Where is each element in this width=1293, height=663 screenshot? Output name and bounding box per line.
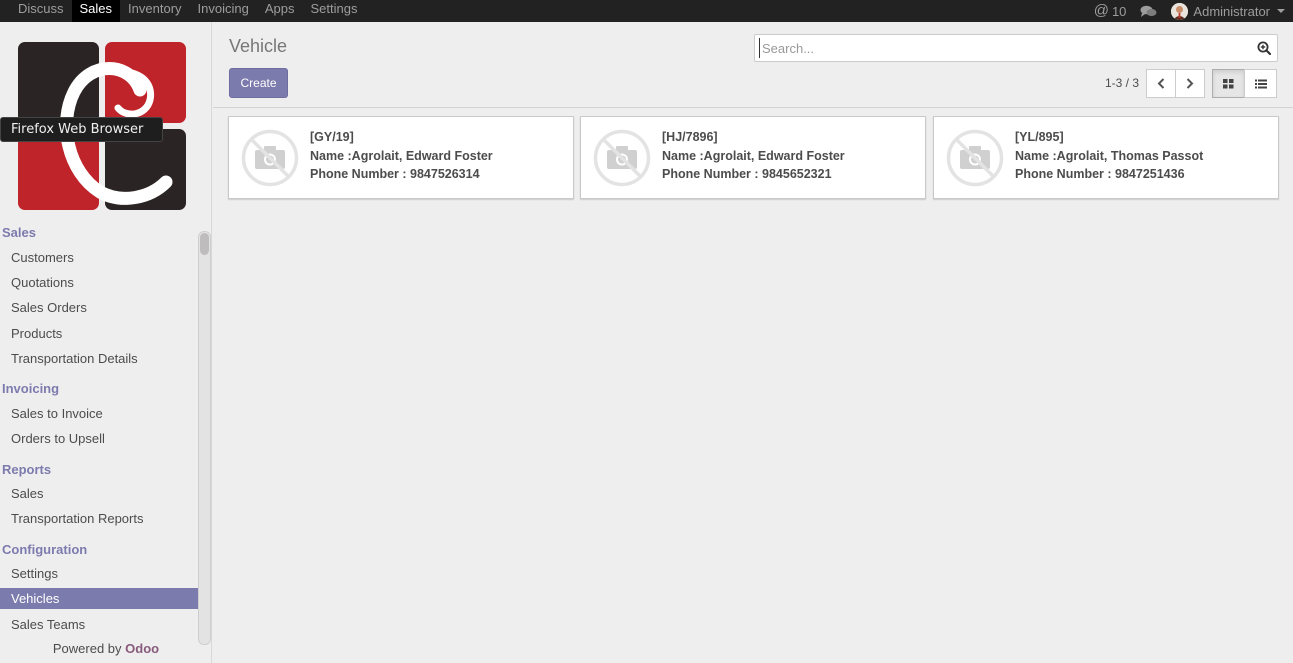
vehicle-phone: Phone Number : 9845652321 xyxy=(662,167,832,181)
scrollbar-thumb[interactable] xyxy=(200,233,209,255)
mentions-count: 10 xyxy=(1111,3,1127,19)
avatar xyxy=(1171,2,1189,20)
list-icon xyxy=(1254,79,1267,88)
app-menu-sales[interactable]: Sales xyxy=(71,0,121,22)
sidebar-item-quotations[interactable]: Quotations xyxy=(0,272,198,293)
user-name: Administrator xyxy=(1193,3,1270,19)
pager-previous-button[interactable] xyxy=(1146,69,1176,98)
app-menu-apps[interactable]: Apps xyxy=(257,0,303,22)
vehicle-card[interactable]: [YL/895] Name :Agrolait, Thomas Passot P… xyxy=(933,116,1279,199)
sidebar-item-sales-report[interactable]: Sales xyxy=(0,483,198,504)
sidebar-item-customers[interactable]: Customers xyxy=(0,247,198,268)
vehicle-card[interactable]: [HJ/7896] Name :Agrolait, Edward Foster … xyxy=(580,116,926,199)
section-title-reports: Reports xyxy=(2,462,52,477)
sidebar-item-settings[interactable]: Settings xyxy=(0,563,198,584)
vehicle-phone: Phone Number : 9847251436 xyxy=(1015,167,1185,181)
search-input[interactable] xyxy=(759,38,1249,58)
main-content: Vehicle Create 1-3 / 3 xyxy=(213,22,1293,663)
vehicle-ref: [HJ/7896] xyxy=(662,130,718,144)
view-switcher xyxy=(1212,69,1277,98)
sidebar-scrollbar[interactable] xyxy=(198,231,211,645)
control-panel: Vehicle Create 1-3 / 3 xyxy=(213,22,1293,108)
section-title-sales: Sales xyxy=(2,225,36,240)
vehicle-owner: Name :Agrolait, Edward Foster xyxy=(310,148,493,163)
app-menu-discuss[interactable]: Discuss xyxy=(10,0,72,22)
powered-by: Powered by Odoo xyxy=(0,641,212,663)
user-menu[interactable]: Administrator xyxy=(1171,2,1285,20)
sidebar-menu: Sales Customers Quotations Sales Orders … xyxy=(0,223,198,663)
sidebar-item-products[interactable]: Products xyxy=(0,323,198,344)
no-image-icon xyxy=(241,129,299,187)
no-image-icon xyxy=(593,129,651,187)
app-menu: Discuss Sales Inventory Invoicing Apps S… xyxy=(0,0,365,22)
vehicle-ref: [GY/19] xyxy=(310,130,354,144)
vehicle-owner: Name :Agrolait, Edward Foster xyxy=(662,148,845,163)
sidebar-item-orders-to-upsell[interactable]: Orders to Upsell xyxy=(0,428,198,449)
chevron-right-icon xyxy=(1186,78,1194,89)
pager-buttons xyxy=(1146,69,1205,98)
pager-next-button[interactable] xyxy=(1175,69,1205,98)
odoo-link[interactable]: Odoo xyxy=(125,641,159,656)
sidebar-item-sales-teams[interactable]: Sales Teams xyxy=(0,614,198,635)
chat-bubbles-icon xyxy=(1140,5,1157,17)
vehicle-owner: Name :Agrolait, Thomas Passot xyxy=(1015,148,1204,163)
list-view-button[interactable] xyxy=(1244,69,1277,98)
grid-icon xyxy=(1223,78,1234,88)
page-title: Vehicle xyxy=(229,36,288,56)
kanban-view: [GY/19] Name :Agrolait, Edward Foster Ph… xyxy=(228,116,1280,200)
pager-value: 1-3 / 3 xyxy=(1105,76,1140,90)
sidebar-item-vehicles[interactable]: Vehicles xyxy=(0,588,198,609)
app-menu-inventory[interactable]: Inventory xyxy=(120,0,189,22)
app-menu-settings[interactable]: Settings xyxy=(302,0,365,22)
section-title-configuration: Configuration xyxy=(2,542,88,557)
create-button[interactable]: Create xyxy=(229,68,288,98)
caret-down-icon xyxy=(1277,9,1285,13)
sidebar: Firefox Web Browser Sales Customers Quot… xyxy=(0,22,212,663)
vehicle-ref: [YL/895] xyxy=(1015,130,1064,144)
section-title-invoicing: Invoicing xyxy=(2,381,60,396)
search-icon[interactable] xyxy=(1257,41,1272,58)
browser-tooltip: Firefox Web Browser xyxy=(0,117,163,142)
sidebar-item-sales-to-invoice[interactable]: Sales to Invoice xyxy=(0,403,198,424)
sidebar-item-sales-orders[interactable]: Sales Orders xyxy=(0,297,198,318)
search-box xyxy=(754,34,1278,62)
top-navbar: Discuss Sales Inventory Invoicing Apps S… xyxy=(0,0,1293,22)
app-menu-invoicing[interactable]: Invoicing xyxy=(190,0,257,22)
no-image-icon xyxy=(946,129,1004,187)
company-logo-area: Firefox Web Browser xyxy=(0,22,212,222)
chevron-left-icon xyxy=(1157,78,1165,89)
vehicle-phone: Phone Number : 9847526314 xyxy=(310,167,480,181)
mentions-button[interactable]: @ 10 xyxy=(1093,2,1127,19)
chat-button[interactable] xyxy=(1140,5,1157,18)
kanban-view-button[interactable] xyxy=(1212,69,1245,98)
sidebar-item-transportation-details[interactable]: Transportation Details xyxy=(0,348,198,369)
powered-by-label: Powered by xyxy=(52,641,122,656)
vehicle-card[interactable]: [GY/19] Name :Agrolait, Edward Foster Ph… xyxy=(228,116,574,199)
at-icon: @ xyxy=(1093,2,1109,19)
sidebar-item-transportation-reports[interactable]: Transportation Reports xyxy=(0,508,198,529)
